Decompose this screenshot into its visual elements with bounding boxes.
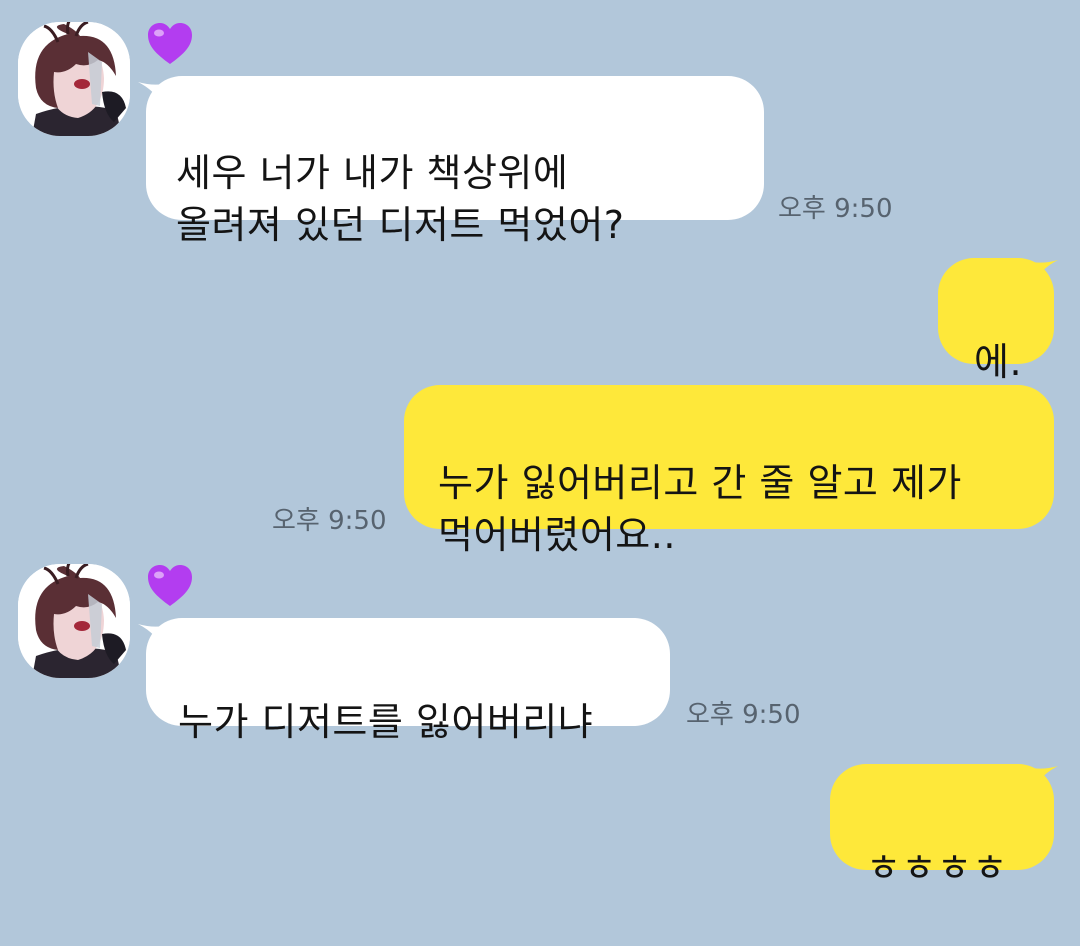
purple-heart-icon xyxy=(146,564,194,608)
bubble-tail xyxy=(1030,764,1060,794)
message-text: 누가 디저트를 잃어버리냐 xyxy=(178,700,594,744)
sender-avatar[interactable] xyxy=(18,22,130,136)
message-text: 에. xyxy=(974,340,1023,384)
message-text: 세우 너가 내가 책상위에 올려져 있던 디저트 먹었어? xyxy=(176,151,625,247)
outgoing-message-bubble[interactable]: 누가 잃어버리고 간 줄 알고 제가 먹어버렸어요.. xyxy=(404,385,1054,557)
profile-picture-icon xyxy=(18,22,130,136)
outgoing-message-bubble[interactable]: ㅎㅎㅎㅎ xyxy=(830,764,1054,890)
message-timestamp: 오후 9:50 xyxy=(272,506,387,536)
message-text: ㅎㅎㅎㅎ xyxy=(866,846,1008,890)
message-timestamp: 오후 9:50 xyxy=(778,194,893,224)
bubble-tail xyxy=(1030,258,1060,288)
incoming-message-bubble[interactable]: 누가 디저트를 잃어버리냐 xyxy=(146,618,670,744)
sender-avatar[interactable] xyxy=(18,564,130,678)
incoming-message-bubble[interactable]: 세우 너가 내가 책상위에 올려져 있던 디저트 먹었어? xyxy=(146,76,764,247)
purple-heart-icon xyxy=(146,22,194,66)
message-timestamp: 오후 9:50 xyxy=(686,700,801,730)
profile-picture-icon xyxy=(18,564,130,678)
message-text: 누가 잃어버리고 간 줄 알고 제가 먹어버렸어요.. xyxy=(438,461,962,557)
